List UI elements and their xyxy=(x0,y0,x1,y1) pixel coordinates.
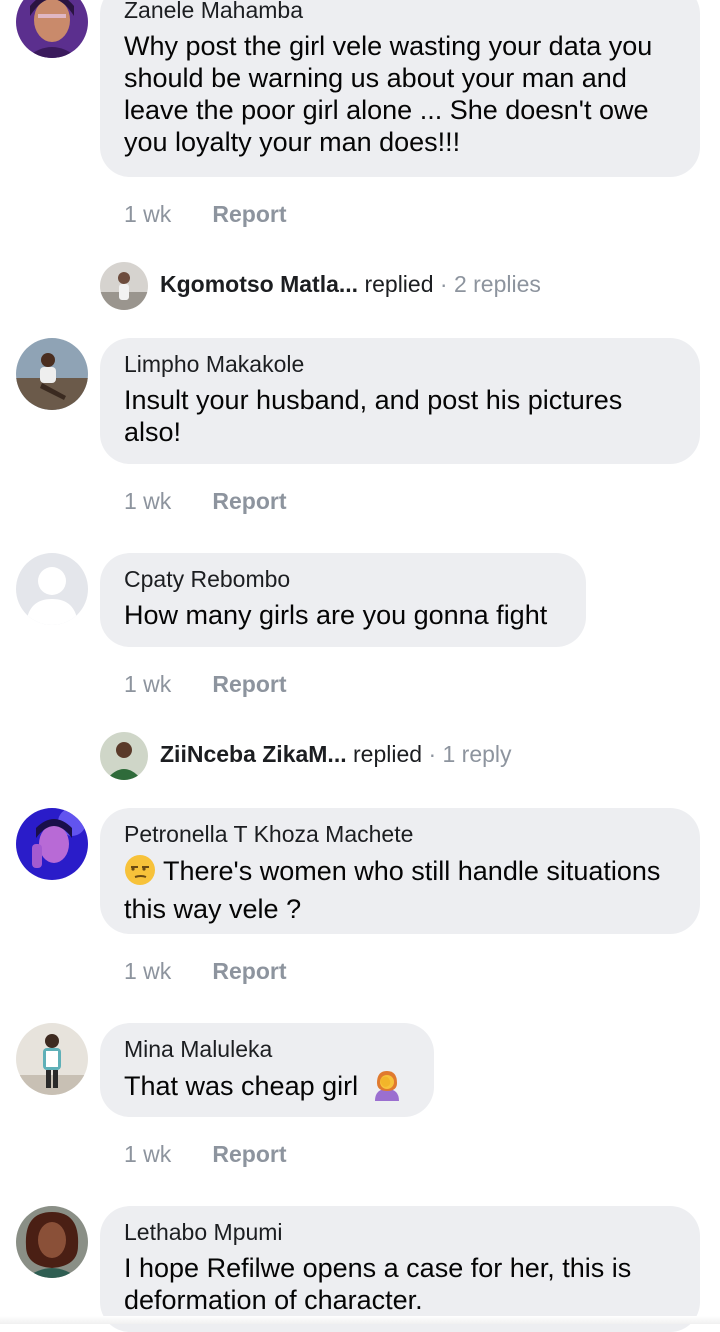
woman-standing-avatar-icon xyxy=(16,1023,88,1095)
scroll-edge xyxy=(0,1316,720,1324)
comment-text: How many girls are you gonna fight xyxy=(124,600,548,630)
avatar xyxy=(100,262,148,310)
comment-text: There's women who still handle situation… xyxy=(124,856,661,924)
comment-time[interactable]: 1 wk xyxy=(124,487,206,515)
comment-time[interactable]: 1 wk xyxy=(124,957,206,985)
avatar xyxy=(100,732,148,780)
reply-author[interactable]: ZiiNceba ZikaM... xyxy=(160,741,347,767)
reply-separator: · xyxy=(428,741,437,767)
comment-text: I hope Refilwe opens a case for her, thi… xyxy=(124,1253,632,1315)
comment-author[interactable]: Cpaty Rebombo xyxy=(124,565,562,593)
report-link[interactable]: Report xyxy=(212,488,286,514)
comment-time[interactable]: 1 wk xyxy=(124,1140,206,1168)
comment-text-line: That was cheap girl xyxy=(124,1069,410,1108)
comment-author[interactable]: Lethabo Mpumi xyxy=(124,1218,676,1246)
report-link[interactable]: Report xyxy=(212,958,286,984)
comment-author[interactable]: Mina Maluleka xyxy=(124,1035,410,1063)
reply-action: replied xyxy=(364,271,434,297)
comment-author[interactable]: Limpho Makakole xyxy=(124,350,676,378)
comment-bubble: Cpaty Rebombo How many girls are you gon… xyxy=(100,553,586,647)
comment-bubble: Zanele Mahamba Why post the girl vele wa… xyxy=(100,0,700,177)
replies-summary[interactable]: Kgomotso Matla... replied · 2 replies xyxy=(160,271,541,298)
default-profile-icon xyxy=(16,553,88,625)
comment-meta: 1 wk Report xyxy=(124,1140,287,1168)
woman-seated-avatar-icon xyxy=(16,338,88,410)
reply-action: replied xyxy=(353,741,423,767)
avatar[interactable] xyxy=(16,553,88,625)
comment-time[interactable]: 1 wk xyxy=(124,200,206,228)
avatar[interactable] xyxy=(16,0,88,58)
reply-count[interactable]: 1 reply xyxy=(443,741,512,767)
comment-meta: 1 wk Report xyxy=(124,957,287,985)
woman-small-avatar-icon xyxy=(100,262,148,310)
comment-bubble: Mina Maluleka That was cheap girl xyxy=(100,1023,434,1117)
comment-bubble: Lethabo Mpumi I hope Refilwe opens a cas… xyxy=(100,1206,700,1332)
comment-meta: 1 wk Report xyxy=(124,487,287,515)
unamused-face-emoji-icon xyxy=(124,854,156,893)
woman-avatar-blue-light-icon xyxy=(16,808,88,880)
report-link[interactable]: Report xyxy=(212,1141,286,1167)
reply-count[interactable]: 2 replies xyxy=(454,271,541,297)
avatar[interactable] xyxy=(16,1023,88,1095)
comment-text-line: There's women who still handle situation… xyxy=(124,854,676,925)
comment-text: Why post the girl vele wasting your data… xyxy=(124,31,653,157)
reply-author[interactable]: Kgomotso Matla... xyxy=(160,271,358,297)
report-link[interactable]: Report xyxy=(212,201,286,227)
comment-author[interactable]: Petronella T Khoza Machete xyxy=(124,820,676,848)
comment-meta: 1 wk Report xyxy=(124,200,287,228)
avatar[interactable] xyxy=(16,338,88,410)
avatar[interactable] xyxy=(16,808,88,880)
woman-green-avatar-icon xyxy=(100,732,148,780)
comment-bubble: Petronella T Khoza Machete There's women… xyxy=(100,808,700,934)
comment-meta: 1 wk Report xyxy=(124,670,287,698)
report-link[interactable]: Report xyxy=(212,671,286,697)
avatar[interactable] xyxy=(16,1206,88,1278)
woman-avatar-purple-icon xyxy=(16,0,88,58)
comment-bubble: Limpho Makakole Insult your husband, and… xyxy=(100,338,700,464)
comment-time[interactable]: 1 wk xyxy=(124,670,206,698)
comment-author[interactable]: Zanele Mahamba xyxy=(124,0,676,24)
reply-separator: · xyxy=(439,271,448,297)
comment-text: Insult your husband, and post his pictur… xyxy=(124,385,623,447)
replies-summary[interactable]: ZiiNceba ZikaM... replied · 1 reply xyxy=(160,741,512,768)
woman-facepalming-emoji-icon xyxy=(372,1069,402,1108)
comment-text: That was cheap girl xyxy=(124,1071,359,1101)
woman-portrait-avatar-icon xyxy=(16,1206,88,1278)
